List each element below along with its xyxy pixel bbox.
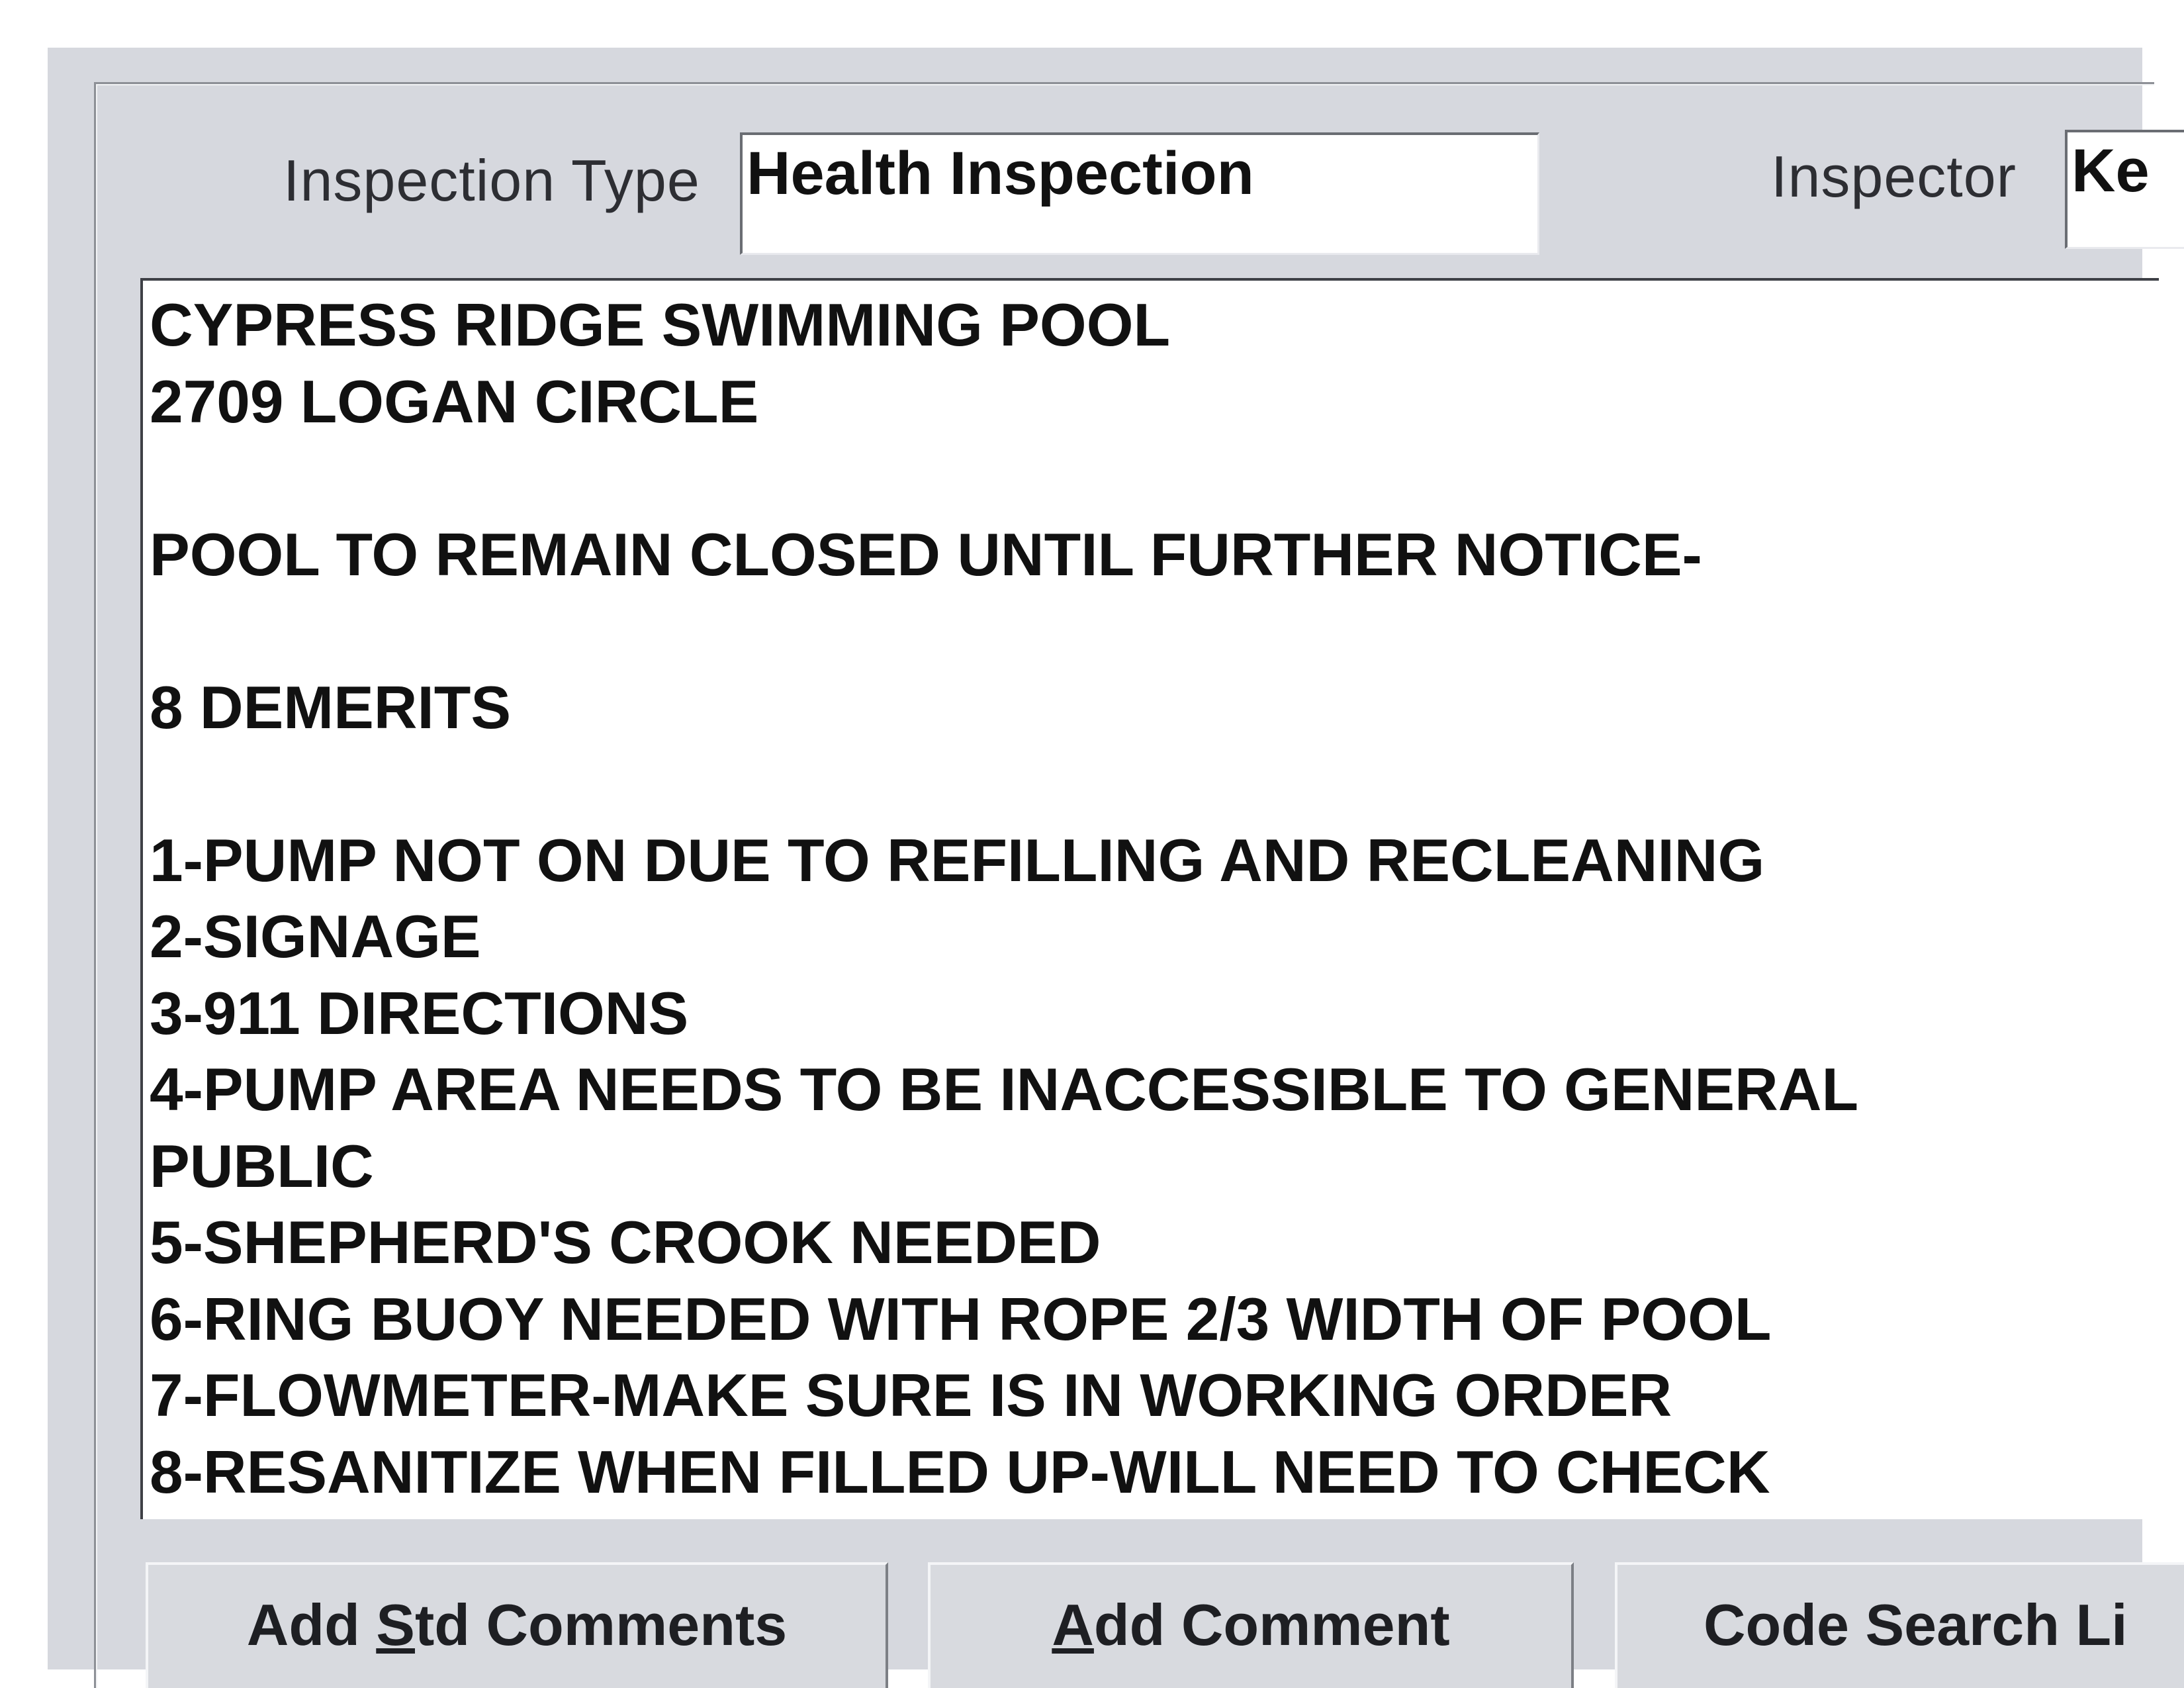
comment-line	[150, 593, 2159, 670]
code-search-label: Code Search Li	[1704, 1592, 2128, 1658]
comment-line: 3-911 DIRECTIONS	[150, 980, 689, 1047]
code-search-list-button[interactable]: Code Search Li	[1615, 1562, 2184, 1688]
inspection-type-field[interactable]: Health Inspection	[740, 132, 1539, 255]
add-comment-button[interactable]: Add Comment	[928, 1562, 1574, 1688]
comments-textarea[interactable]: CYPRESS RIDGE SWIMMING POOL 2709 LOGAN CI…	[140, 278, 2159, 1519]
comment-line: 2-SIGNAGE	[150, 904, 481, 970]
add-std-comments-label-post: td Comments	[414, 1592, 788, 1658]
inspector-field[interactable]: Ke	[2065, 130, 2184, 249]
comment-line: PUBLIC	[150, 1133, 374, 1200]
add-comment-label-post: dd Comment	[1093, 1592, 1450, 1658]
comment-line	[150, 440, 2159, 517]
comment-line	[150, 746, 2159, 823]
comment-line: 5-SHEPHERD'S CROOK NEEDED	[150, 1209, 1101, 1276]
comment-line: 8 DEMERITS	[150, 674, 512, 741]
add-std-comments-mnemonic: S	[376, 1592, 415, 1658]
add-std-comments-label-pre: Add	[246, 1592, 377, 1658]
comment-line: 6-RING BUOY NEEDED WITH ROPE 2/3 WIDTH O…	[150, 1286, 1772, 1353]
inspector-label: Inspector	[1771, 144, 2017, 209]
comment-line: 4-PUMP AREA NEEDS TO BE INACCESSIBLE TO …	[150, 1056, 1859, 1123]
comment-line: 8-RESANITIZE WHEN FILLED UP-WILL NEED TO…	[150, 1438, 1770, 1506]
comment-line: 1-PUMP NOT ON DUE TO REFILLING AND RECLE…	[150, 827, 1765, 894]
inspection-type-label: Inspection Type	[283, 148, 700, 213]
comment-line: 7-FLOWMETER-MAKE SURE IS IN WORKING ORDE…	[150, 1362, 1672, 1429]
comment-line: CYPRESS RIDGE SWIMMING POOL	[150, 292, 1171, 359]
add-std-comments-button[interactable]: Add Std Comments	[146, 1562, 888, 1688]
comment-line: 2709 LOGAN CIRCLE	[150, 368, 759, 436]
add-comment-mnemonic: A	[1052, 1592, 1094, 1658]
comment-line: POOL TO REMAIN CLOSED UNTIL FURTHER NOTI…	[150, 521, 1702, 588]
